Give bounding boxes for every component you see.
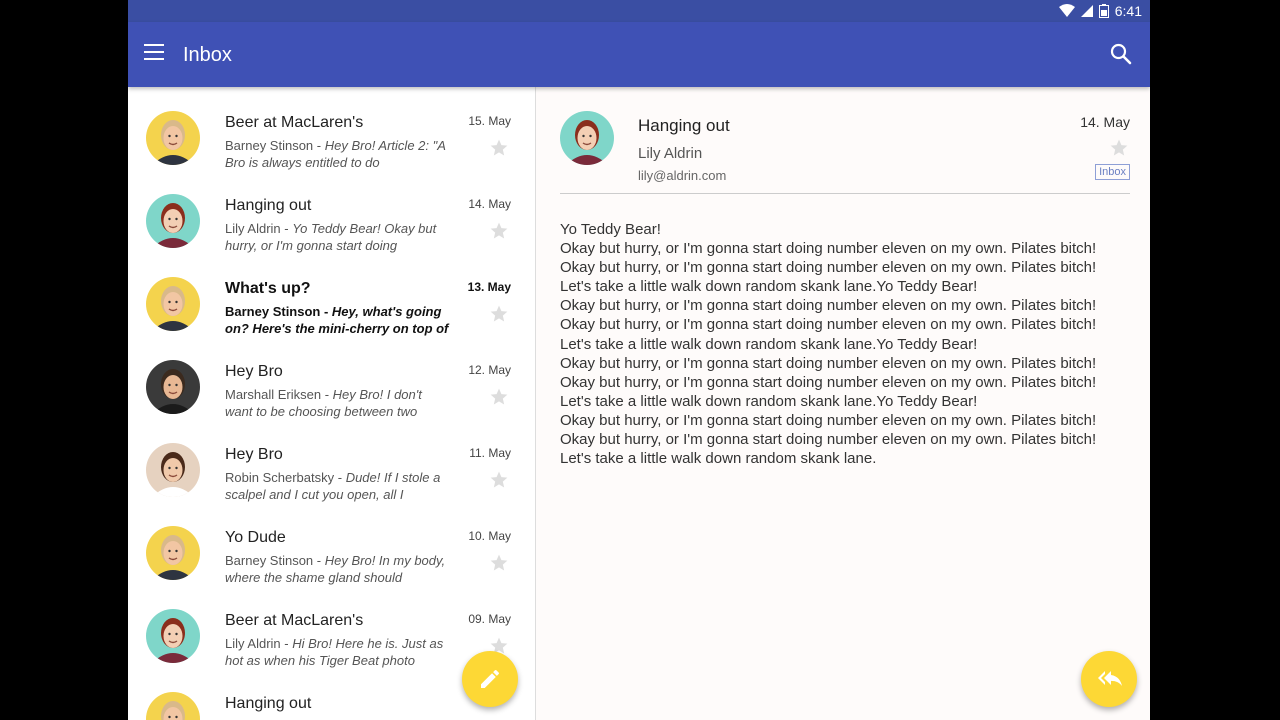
star-icon[interactable] bbox=[489, 304, 509, 324]
email-list-item[interactable]: What's up? Barney Stinson - Hey, what's g… bbox=[128, 253, 535, 336]
star-icon[interactable] bbox=[489, 138, 509, 158]
detail-sender-email[interactable]: lily@aldrin.com bbox=[638, 168, 726, 183]
inbox-label-badge[interactable]: Inbox bbox=[1095, 164, 1130, 180]
app-window: 6:41 Inbox Beer at MacLaren's Barney Stin… bbox=[128, 0, 1150, 720]
email-sender: Barney Stinson bbox=[225, 138, 314, 153]
detail-date: 14. May bbox=[1080, 114, 1130, 130]
email-preview: Marshall Eriksen - Hey Bro! I don't want… bbox=[225, 387, 422, 419]
compose-button[interactable] bbox=[462, 651, 518, 707]
avatar bbox=[146, 111, 200, 165]
email-subject: Hanging out bbox=[225, 197, 312, 214]
email-subject: Beer at MacLaren's bbox=[225, 612, 364, 629]
email-preview: Barney Stinson - Hey Bro! In my body, wh… bbox=[225, 553, 446, 585]
page-title: Inbox bbox=[183, 44, 232, 66]
email-subject: Beer at MacLaren's bbox=[225, 114, 364, 131]
email-date: 10. May bbox=[468, 529, 511, 543]
email-list-item[interactable]: Hey Bro Robin Scherbatsky - Dude! If I st… bbox=[128, 419, 535, 502]
pencil-icon bbox=[481, 669, 499, 688]
star-icon[interactable] bbox=[489, 387, 509, 407]
battery-icon bbox=[1098, 4, 1109, 18]
email-preview: Lily Aldrin - Hi Bro! Here he is. Just a… bbox=[225, 636, 444, 668]
email-preview: Lily Aldrin - Yo Teddy Bear! Okay but hu… bbox=[225, 221, 437, 253]
email-list-item[interactable]: Hanging out Lily Aldrin - Yo Teddy Bear! … bbox=[128, 170, 535, 253]
avatar bbox=[560, 111, 614, 165]
app-bar: Inbox bbox=[128, 22, 1150, 87]
email-list[interactable]: Beer at MacLaren's Barney Stinson - Hey B… bbox=[128, 87, 536, 720]
email-list-item[interactable]: Yo Dude Barney Stinson - Hey Bro! In my b… bbox=[128, 502, 535, 585]
avatar bbox=[146, 443, 200, 497]
status-bar: 6:41 bbox=[128, 0, 1150, 22]
email-preview: Robin Scherbatsky - Dude! If I stole a s… bbox=[225, 470, 441, 502]
signal-icon bbox=[1080, 5, 1093, 17]
wifi-icon bbox=[1058, 4, 1075, 17]
email-body-line: Let's take a little walk down random ska… bbox=[560, 392, 978, 410]
email-date: 14. May bbox=[468, 197, 511, 211]
email-sender: Barney Stinson bbox=[225, 553, 314, 568]
divider bbox=[560, 193, 1130, 194]
email-preview: Barney Stinson - Hey, what's going on? H… bbox=[225, 304, 449, 336]
email-body-line: Okay but hurry, or I'm gonna start doing… bbox=[560, 411, 1097, 429]
email-body-line: Okay but hurry, or I'm gonna start doing… bbox=[560, 354, 1097, 372]
search-icon[interactable] bbox=[1110, 43, 1132, 65]
email-subject: What's up? bbox=[225, 280, 311, 297]
email-body-line: Okay but hurry, or I'm gonna start doing… bbox=[560, 259, 1097, 277]
avatar bbox=[146, 194, 200, 248]
email-body-line: Let's take a little walk down random ska… bbox=[560, 335, 978, 353]
email-body-line: Okay but hurry, or I'm gonna start doing… bbox=[560, 431, 1097, 449]
email-body-line: Let's take a little walk down random ska… bbox=[560, 450, 877, 468]
email-subject: Hey Bro bbox=[225, 363, 283, 380]
email-body-line: Okay but hurry, or I'm gonna start doing… bbox=[560, 373, 1097, 391]
avatar bbox=[146, 692, 200, 720]
star-icon[interactable] bbox=[1109, 138, 1129, 158]
email-body-line: Yo Teddy Bear! bbox=[560, 221, 661, 238]
email-preview: Barney Stinson - Hey Bro! Article 2: "A … bbox=[225, 138, 446, 170]
avatar bbox=[146, 360, 200, 414]
email-sender: Robin Scherbatsky bbox=[225, 470, 335, 485]
email-body-line: Okay but hurry, or I'm gonna start doing… bbox=[560, 240, 1097, 258]
email-list-item[interactable]: Beer at MacLaren's Barney Stinson - Hey B… bbox=[128, 87, 535, 170]
email-subject: Hanging out bbox=[225, 695, 312, 712]
email-date: 15. May bbox=[468, 114, 511, 128]
email-body-line: Let's take a little walk down random ska… bbox=[560, 278, 978, 296]
email-sender: Marshall Eriksen bbox=[225, 387, 322, 402]
email-subject: Hey Bro bbox=[225, 446, 283, 463]
email-body-line: Okay but hurry, or I'm gonna start doing… bbox=[560, 297, 1097, 315]
email-sender: Lily Aldrin bbox=[225, 636, 281, 651]
email-date: 12. May bbox=[468, 363, 511, 377]
avatar bbox=[146, 277, 200, 331]
star-icon[interactable] bbox=[489, 470, 509, 490]
avatar bbox=[146, 609, 200, 663]
menu-icon[interactable] bbox=[144, 44, 164, 60]
star-icon[interactable] bbox=[489, 221, 509, 241]
avatar bbox=[146, 526, 200, 580]
clock: 6:41 bbox=[1114, 3, 1142, 19]
email-body-line: Okay but hurry, or I'm gonna start doing… bbox=[560, 316, 1097, 334]
email-detail: Hanging out Lily Aldrin lily@aldrin.com … bbox=[536, 87, 1150, 720]
email-date: 11. May bbox=[469, 446, 511, 460]
reply-all-button[interactable] bbox=[1081, 651, 1137, 707]
detail-subject: Hanging out bbox=[638, 116, 730, 135]
email-subject: Yo Dude bbox=[225, 529, 286, 546]
email-sender: Lily Aldrin bbox=[225, 221, 281, 236]
email-date: 09. May bbox=[468, 612, 511, 626]
star-icon[interactable] bbox=[489, 553, 509, 573]
email-sender: Barney Stinson bbox=[225, 304, 321, 319]
reply-all-icon bbox=[1098, 671, 1122, 686]
email-body: Yo Teddy Bear! Okay but hurry, or I'm gon… bbox=[560, 220, 1105, 468]
detail-sender-name: Lily Aldrin bbox=[638, 145, 703, 162]
email-date: 13. May bbox=[467, 280, 511, 294]
email-list-item[interactable]: Hey Bro Marshall Eriksen - Hey Bro! I don… bbox=[128, 336, 535, 419]
